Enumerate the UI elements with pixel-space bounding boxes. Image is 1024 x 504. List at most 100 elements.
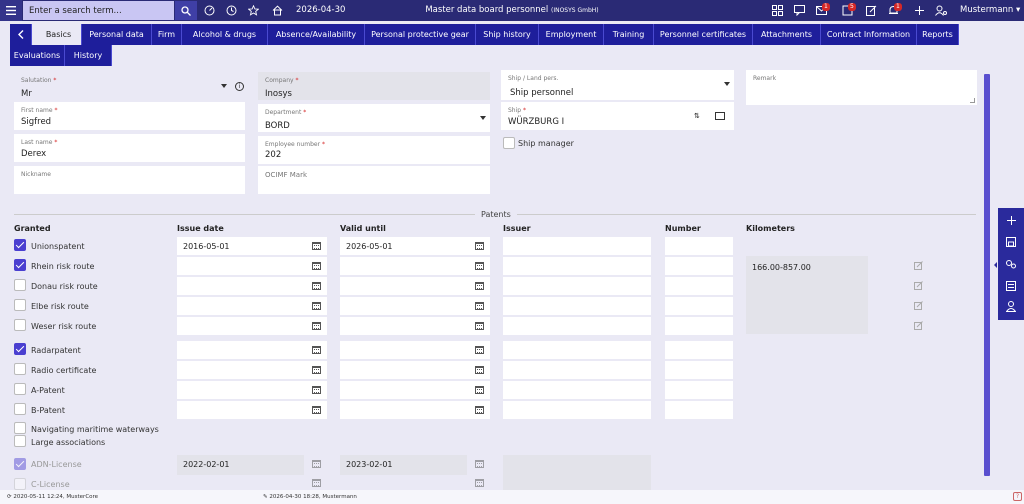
patent-issue-cell[interactable] — [177, 297, 327, 315]
nickname-field[interactable]: Nickname — [14, 166, 245, 194]
tab-attachments[interactable]: Attachments — [753, 24, 821, 45]
tab-absence-availability[interactable]: Absence/Availability — [268, 24, 365, 45]
user-menu[interactable]: Mustermann ▾ — [960, 5, 1020, 15]
tab-personal-protective-gear[interactable]: Personal protective gear — [365, 24, 476, 45]
info-icon[interactable]: i — [235, 82, 244, 91]
window-icon[interactable] — [715, 112, 725, 120]
network-icon[interactable] — [770, 4, 784, 17]
edit-icon[interactable] — [864, 4, 878, 17]
history-icon[interactable] — [224, 4, 238, 17]
patent-issue-cell[interactable] — [177, 381, 327, 399]
adn-issuer[interactable] — [503, 455, 651, 490]
calendar-icon[interactable] — [475, 282, 484, 290]
remark-field[interactable]: Remark — [746, 70, 977, 105]
calendar-icon[interactable] — [475, 346, 484, 354]
calendar-icon[interactable] — [312, 262, 321, 270]
patent-number-cell[interactable] — [665, 257, 733, 275]
tab-personnel-certificates[interactable]: Personnel certificates — [654, 24, 753, 45]
tab-basics[interactable]: Basics — [36, 24, 82, 45]
first-name-field[interactable]: First name * Sigfred — [14, 102, 245, 130]
settings-icon[interactable] — [998, 256, 1024, 272]
save-icon[interactable] — [998, 234, 1024, 250]
edit-icon[interactable] — [914, 301, 923, 310]
patent-issuer-cell[interactable] — [503, 341, 651, 359]
patent-number-cell[interactable] — [665, 361, 733, 379]
kilometers-field[interactable]: 166.00-857.00 — [746, 256, 868, 334]
calendar-icon[interactable] — [475, 406, 484, 414]
patent-valid-cell[interactable] — [340, 361, 490, 379]
patent-checkbox[interactable] — [14, 279, 26, 291]
patent-valid-cell[interactable] — [340, 257, 490, 275]
calendar-icon[interactable] — [312, 242, 321, 250]
patent-valid-cell[interactable] — [340, 317, 490, 335]
calendar-icon[interactable] — [312, 479, 321, 487]
department-field[interactable]: Department * BORD — [258, 104, 490, 132]
employee-number-field[interactable]: Employee number * 202 — [258, 136, 490, 164]
patent-issue-cell[interactable]: 2016-05-01 — [177, 237, 327, 255]
document-icon[interactable] — [998, 278, 1024, 294]
patent-issuer-cell[interactable] — [503, 277, 651, 295]
calendar-icon[interactable] — [475, 262, 484, 270]
collapse-arrow-icon[interactable] — [994, 262, 997, 268]
calendar-icon[interactable] — [312, 366, 321, 374]
search-icon[interactable] — [175, 1, 197, 20]
patent-checkbox[interactable] — [14, 403, 26, 415]
calendar-icon[interactable] — [312, 302, 321, 310]
tab-evaluations[interactable]: Evaluations — [10, 45, 65, 66]
patent-valid-cell[interactable] — [340, 297, 490, 315]
patent-checkbox[interactable] — [14, 239, 26, 251]
patent-number-cell[interactable] — [665, 317, 733, 335]
person-icon[interactable] — [998, 298, 1024, 314]
c-license-checkbox[interactable] — [14, 478, 26, 490]
tab-reports[interactable]: Reports — [917, 24, 959, 45]
tab-personal-data[interactable]: Personal data — [82, 24, 152, 45]
patent-issue-cell[interactable] — [177, 401, 327, 419]
bell-icon[interactable]: 1 — [886, 3, 902, 17]
calendar-icon[interactable] — [475, 366, 484, 374]
tab-alcohol-drugs[interactable]: Alcohol & drugs — [182, 24, 268, 45]
patent-issue-cell[interactable] — [177, 317, 327, 335]
ocimf-field[interactable]: OCIMF Mark — [258, 166, 490, 194]
patent-issue-cell[interactable] — [177, 257, 327, 275]
user-settings-icon[interactable] — [934, 4, 948, 17]
large-associations-checkbox[interactable] — [14, 435, 26, 447]
tab-contract-information[interactable]: Contract Information — [821, 24, 917, 45]
calendar-icon[interactable] — [312, 282, 321, 290]
back-button[interactable] — [10, 24, 32, 45]
salutation-field[interactable]: Salutation * Mr — [14, 72, 231, 100]
patent-issuer-cell[interactable] — [503, 257, 651, 275]
tab-employment[interactable]: Employment — [539, 24, 604, 45]
help-icon[interactable]: ? — [1013, 492, 1022, 501]
patent-valid-cell[interactable] — [340, 381, 490, 399]
calendar-icon[interactable] — [312, 386, 321, 394]
patent-checkbox[interactable] — [14, 383, 26, 395]
calendar-icon[interactable] — [475, 479, 484, 487]
calendar-icon[interactable] — [475, 242, 484, 250]
patent-valid-cell[interactable]: 2026-05-01 — [340, 237, 490, 255]
ship-land-field[interactable]: Ship / Land pers. Ship personnel — [501, 70, 734, 100]
patent-checkbox[interactable] — [14, 319, 26, 331]
add-icon[interactable] — [998, 212, 1024, 228]
tab-training[interactable]: Training — [604, 24, 654, 45]
vertical-scrollbar[interactable] — [984, 74, 990, 476]
chat-icon[interactable] — [792, 4, 806, 17]
star-icon[interactable] — [246, 4, 260, 17]
patent-issuer-cell[interactable] — [503, 401, 651, 419]
patent-valid-cell[interactable] — [340, 277, 490, 295]
search-input[interactable]: Enter a search term... — [23, 1, 174, 20]
calendar-icon[interactable] — [312, 460, 321, 468]
patent-number-cell[interactable] — [665, 401, 733, 419]
patent-issue-cell[interactable] — [177, 341, 327, 359]
patent-issuer-cell[interactable] — [503, 361, 651, 379]
sort-icon[interactable]: ⇅ — [694, 112, 700, 120]
dashboard-icon[interactable] — [202, 4, 216, 17]
tab-history[interactable]: History — [65, 45, 112, 66]
patent-issuer-cell[interactable] — [503, 317, 651, 335]
patent-checkbox[interactable] — [14, 343, 26, 355]
patent-number-cell[interactable] — [665, 277, 733, 295]
ship-field[interactable]: Ship * WÜRZBURG I ⇅ — [501, 102, 734, 130]
patent-valid-cell[interactable] — [340, 341, 490, 359]
edit-icon[interactable] — [914, 261, 923, 270]
calendar-icon[interactable] — [312, 322, 321, 330]
tab-ship-history[interactable]: Ship history — [476, 24, 539, 45]
